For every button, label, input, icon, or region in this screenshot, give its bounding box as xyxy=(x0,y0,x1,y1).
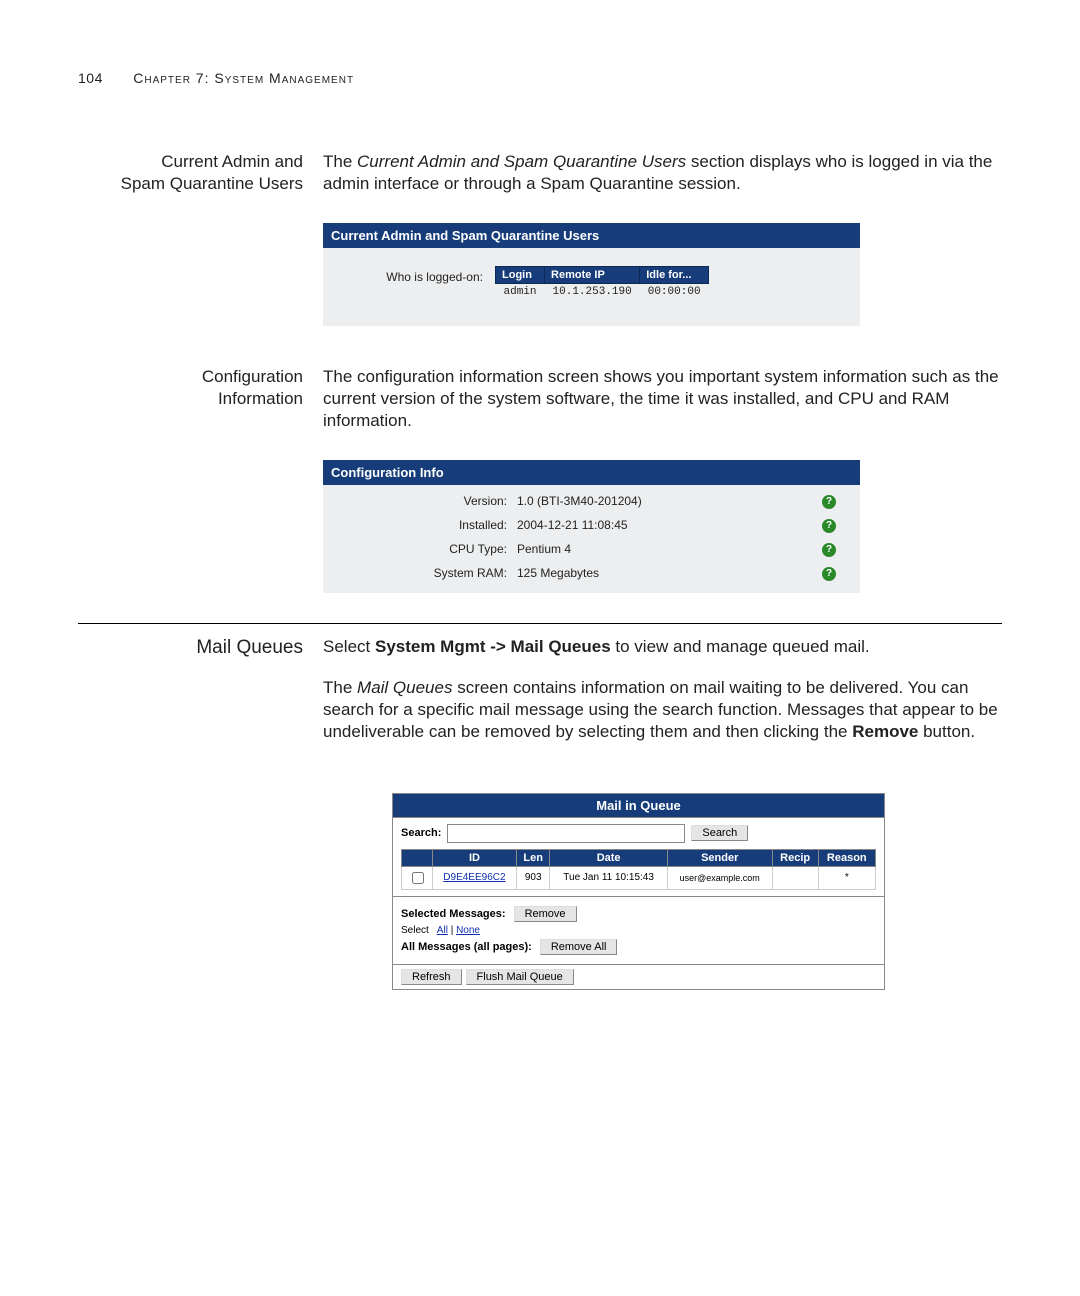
cell-value: Pentium 4 xyxy=(513,537,808,561)
col-id: ID xyxy=(433,849,517,866)
cell-sender: user@example.com xyxy=(667,866,772,889)
sidehead-config-info: Configuration Information xyxy=(78,366,323,410)
selected-messages-label: Selected Messages: xyxy=(401,908,506,920)
cell-remote-ip: 10.1.253.190 xyxy=(545,284,640,301)
table-row: admin 10.1.253.190 00:00:00 xyxy=(496,284,709,301)
section-divider xyxy=(78,623,1002,624)
cell-id[interactable]: D9E4EE96C2 xyxy=(433,866,517,889)
text: The xyxy=(323,678,357,697)
all-messages-label: All Messages (all pages): xyxy=(401,941,532,953)
text: button. xyxy=(918,722,975,741)
sidehead-mail-queues: Mail Queues xyxy=(78,636,323,661)
table-row: D9E4EE96C2 903 Tue Jan 11 10:15:43 user@… xyxy=(402,866,876,889)
cell-len: 903 xyxy=(516,866,550,889)
mail-queue-panel: Mail in Queue Search: Search ID Len Date… xyxy=(392,793,885,990)
panel-title: Configuration Info xyxy=(323,460,860,485)
col-login: Login xyxy=(496,267,545,284)
page-number: 104 xyxy=(78,70,103,86)
sidehead-line: Information xyxy=(218,389,303,408)
table-row: Installed: 2004-12-21 11:08:45 ? xyxy=(333,513,850,537)
col-checkbox xyxy=(402,849,433,866)
remove-button[interactable]: Remove xyxy=(514,906,577,922)
col-reason: Reason xyxy=(818,849,875,866)
search-input[interactable] xyxy=(447,824,685,843)
cell-label: Version: xyxy=(333,489,513,513)
text-italic: Mail Queues xyxy=(357,678,452,697)
text: to view and manage queued mail. xyxy=(611,637,870,656)
select-none-link[interactable]: None xyxy=(456,925,480,936)
cell-value: 2004-12-21 11:08:45 xyxy=(513,513,808,537)
col-remote-ip: Remote IP xyxy=(545,267,640,284)
text: The xyxy=(323,152,357,171)
mail-queue-table: ID Len Date Sender Recip Reason D9E4EE96… xyxy=(401,849,876,890)
sidehead-current-admin: Current Admin and Spam Quarantine Users xyxy=(78,151,323,195)
who-logged-on-label: Who is logged-on: xyxy=(333,270,495,284)
body-config-info: The configuration information screen sho… xyxy=(323,366,1002,432)
text-italic: Current Admin and Spam Quarantine Users xyxy=(357,152,686,171)
text: Select xyxy=(323,637,375,656)
separator: | xyxy=(448,925,456,936)
help-icon[interactable]: ? xyxy=(822,495,836,509)
cell-value: 125 Megabytes xyxy=(513,561,808,585)
text-bold: Remove xyxy=(852,722,918,741)
remove-all-button[interactable]: Remove All xyxy=(540,939,618,955)
chapter-title: Chapter 7: System Management xyxy=(133,70,354,86)
search-button[interactable]: Search xyxy=(691,825,748,841)
select-all-link[interactable]: All xyxy=(437,925,448,936)
table-row: Version: 1.0 (BTI-3M40-201204) ? xyxy=(333,489,850,513)
col-len: Len xyxy=(516,849,550,866)
table-row: CPU Type: Pentium 4 ? xyxy=(333,537,850,561)
sidehead-line: Configuration xyxy=(202,367,303,386)
flush-mail-queue-button[interactable]: Flush Mail Queue xyxy=(466,969,574,985)
refresh-button[interactable]: Refresh xyxy=(401,969,462,985)
cell-value: 1.0 (BTI-3M40-201204) xyxy=(513,489,808,513)
cell-login: admin xyxy=(496,284,545,301)
body-current-admin: The Current Admin and Spam Quarantine Us… xyxy=(323,151,1002,195)
config-panel: Configuration Info Version: 1.0 (BTI-3M4… xyxy=(323,460,860,593)
col-date: Date xyxy=(550,849,667,866)
sidehead-line: Spam Quarantine Users xyxy=(121,174,303,193)
col-idle: Idle for... xyxy=(640,267,709,284)
cell-reason: * xyxy=(818,866,875,889)
cell-label: Installed: xyxy=(333,513,513,537)
select-prefix: Select xyxy=(401,925,429,936)
panel-title: Current Admin and Spam Quarantine Users xyxy=(323,223,860,248)
help-icon[interactable]: ? xyxy=(822,567,836,581)
logged-on-table: Login Remote IP Idle for... admin 10.1.2… xyxy=(495,266,709,300)
help-icon[interactable]: ? xyxy=(822,519,836,533)
body-mail-queues: Select System Mgmt -> Mail Queues to vie… xyxy=(323,636,1002,742)
panel-title: Mail in Queue xyxy=(393,794,884,818)
search-label: Search: xyxy=(401,827,441,839)
text: The configuration information screen sho… xyxy=(323,367,999,430)
help-icon[interactable]: ? xyxy=(822,543,836,557)
users-panel: Current Admin and Spam Quarantine Users … xyxy=(323,223,860,326)
col-sender: Sender xyxy=(667,849,772,866)
row-checkbox[interactable] xyxy=(412,872,424,884)
cell-label: System RAM: xyxy=(333,561,513,585)
page-header: 104 Chapter 7: System Management xyxy=(78,70,1002,86)
col-recip: Recip xyxy=(772,849,818,866)
cell-idle: 00:00:00 xyxy=(640,284,709,301)
cell-recip xyxy=(772,866,818,889)
cell-date: Tue Jan 11 10:15:43 xyxy=(550,866,667,889)
text-bold: System Mgmt -> Mail Queues xyxy=(375,637,611,656)
cell-label: CPU Type: xyxy=(333,537,513,561)
table-row: System RAM: 125 Megabytes ? xyxy=(333,561,850,585)
sidehead-line: Current Admin and xyxy=(161,152,303,171)
